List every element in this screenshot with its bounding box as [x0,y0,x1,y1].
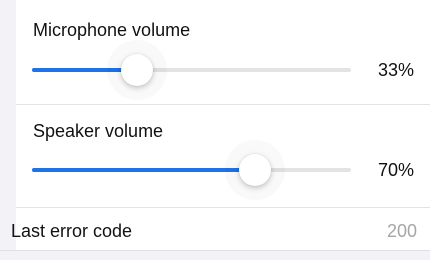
speaker-volume-section: Speaker volume 70% [16,104,430,207]
microphone-volume-label: Microphone volume [33,20,191,40]
slider-thumb[interactable] [121,54,153,86]
last-error-code-value: 200 [386,221,417,241]
divider [16,207,430,208]
microphone-volume-section: Microphone volume 33% [16,0,430,104]
settings-panel: Microphone volume 33% Speaker volume 70% [16,0,430,250]
last-error-code-label: Last error code [11,221,133,241]
speaker-volume-value: 70% [377,160,414,180]
slider-thumb[interactable] [239,154,271,186]
speaker-volume-slider[interactable] [32,150,351,190]
divider [0,250,430,251]
slider-fill [32,168,255,172]
microphone-volume-slider[interactable] [32,50,351,90]
speaker-volume-label: Speaker volume [33,121,164,141]
microphone-volume-value: 33% [377,60,414,80]
